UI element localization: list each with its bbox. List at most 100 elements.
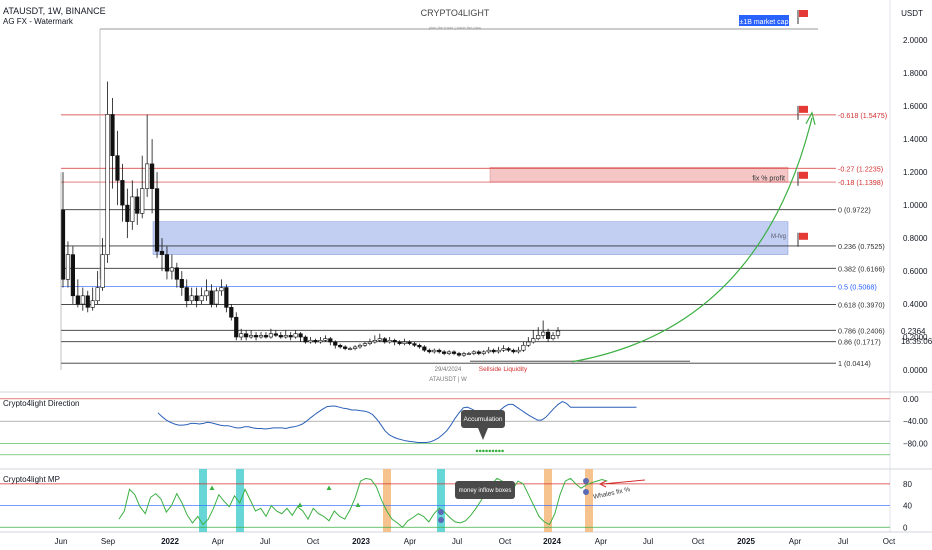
mp-tick-label: 80 xyxy=(903,480,912,489)
candle-body xyxy=(229,307,234,318)
time-axis-label: Apr xyxy=(595,537,608,546)
currency-label: USDT xyxy=(901,9,923,18)
candle-body xyxy=(154,188,160,252)
candle-body xyxy=(283,335,288,338)
mp-tick-label: 0 xyxy=(903,523,908,532)
candle-body xyxy=(417,344,422,348)
time-axis-label: Apr xyxy=(404,537,417,546)
accumulation-dot xyxy=(488,449,492,453)
direction-title: Crypto4light Direction xyxy=(3,399,79,408)
candle-body xyxy=(362,343,368,346)
candle-body xyxy=(481,351,486,354)
candle-body xyxy=(318,340,323,343)
time-axis-label: Jun xyxy=(55,537,68,546)
time-axis-label: Sep xyxy=(101,537,116,546)
candle-body xyxy=(239,333,244,338)
fib-label: -0.18 (1.1398) xyxy=(838,178,883,187)
candle-body xyxy=(476,351,481,354)
candle-body xyxy=(95,287,100,302)
candle-body xyxy=(496,349,501,353)
direction-tick-label: 0.00 xyxy=(903,395,919,404)
price-tick-label: 1.2000 xyxy=(903,168,928,177)
time-axis-label: 2024 xyxy=(543,537,561,546)
candle-body xyxy=(293,333,298,338)
candle-body xyxy=(328,338,333,343)
candle-body xyxy=(194,295,199,302)
time-axis-label: Apr xyxy=(212,537,225,546)
candle-body xyxy=(392,340,397,343)
candle-body xyxy=(402,341,407,344)
fib-label: -0.27 (1.2235) xyxy=(838,164,883,173)
candle-body xyxy=(100,254,105,288)
sellside-label: Sellside Liquidity xyxy=(479,366,528,373)
current-price-label: 0.2364 xyxy=(901,327,926,336)
time-axis-label: 2022 xyxy=(161,537,179,546)
candle-body xyxy=(263,335,269,338)
symbol-title: ATAUSDT, 1W, BINANCE xyxy=(3,6,106,16)
accumulation-dot xyxy=(485,449,488,453)
candle-body xyxy=(75,295,80,305)
candle-body xyxy=(422,346,427,351)
candle-body xyxy=(120,180,125,206)
fib-label: 0.236 (0.7525) xyxy=(838,242,885,251)
price-tick-label: 1.8000 xyxy=(903,69,928,78)
candle-body xyxy=(303,336,308,343)
candle-body xyxy=(90,300,95,308)
candle-body xyxy=(125,204,130,222)
fib-label: 0.382 (0.6166) xyxy=(838,264,885,273)
fib-label: 0.5 (0.5068) xyxy=(838,282,877,291)
candle-body xyxy=(249,335,254,338)
time-axis-label: Oct xyxy=(692,537,705,546)
candle-body xyxy=(253,335,259,338)
market-cap-text: ±1B market cap xyxy=(740,19,789,26)
outflow-bar xyxy=(383,469,391,532)
candle-body xyxy=(145,163,150,189)
fib-label: 0 (0.9722) xyxy=(838,206,871,215)
candle-body xyxy=(456,353,462,356)
candle-body xyxy=(466,353,472,355)
candle-body xyxy=(352,346,358,349)
accumulation-dot xyxy=(501,449,504,453)
candle-body xyxy=(432,349,437,353)
candle-body xyxy=(179,279,184,288)
mp-tick-label: 40 xyxy=(903,502,912,511)
candle-body xyxy=(338,344,343,348)
candle-body xyxy=(412,343,417,346)
time-axis-label: Apr xyxy=(789,537,802,546)
candle-body xyxy=(115,155,120,181)
chart-background xyxy=(0,0,932,550)
candle-body xyxy=(313,340,318,343)
date-mark-label: 29/4/2024 xyxy=(435,367,462,373)
candle-body xyxy=(164,254,170,272)
candle-body xyxy=(189,295,194,302)
money-inflow-text: money inflow boxes xyxy=(459,488,512,494)
candle-body xyxy=(135,196,140,214)
mp-title: Crypto4light MP xyxy=(3,475,60,484)
fib-label: 1 (0.0414) xyxy=(838,359,871,368)
candle-body xyxy=(268,333,274,338)
candle-body xyxy=(407,341,412,344)
candle-body xyxy=(244,333,249,338)
accumulation-text: Accumulation xyxy=(463,416,502,423)
candle-body xyxy=(372,340,377,343)
time-axis-label: 2025 xyxy=(737,537,755,546)
candle-body xyxy=(70,254,75,297)
candle-body xyxy=(541,331,546,336)
candle-body xyxy=(130,196,135,222)
candle-body xyxy=(184,287,189,302)
flag-icon xyxy=(799,232,808,240)
accumulation-dot xyxy=(478,449,482,453)
accumulation-dot xyxy=(494,449,498,453)
price-tick-label: 0.4000 xyxy=(903,300,928,309)
candle-body xyxy=(555,330,561,336)
candle-body xyxy=(298,333,303,338)
candle-body xyxy=(387,340,392,343)
candle-body xyxy=(486,349,491,353)
time-axis-label: Oct xyxy=(883,537,896,546)
candle-body xyxy=(204,290,209,297)
flag-icon xyxy=(799,105,808,113)
candle-body xyxy=(80,295,85,305)
fix-profit-label: fix % profit xyxy=(752,175,785,182)
candle-body xyxy=(209,290,214,305)
price-tick-label: 1.4000 xyxy=(903,135,928,144)
